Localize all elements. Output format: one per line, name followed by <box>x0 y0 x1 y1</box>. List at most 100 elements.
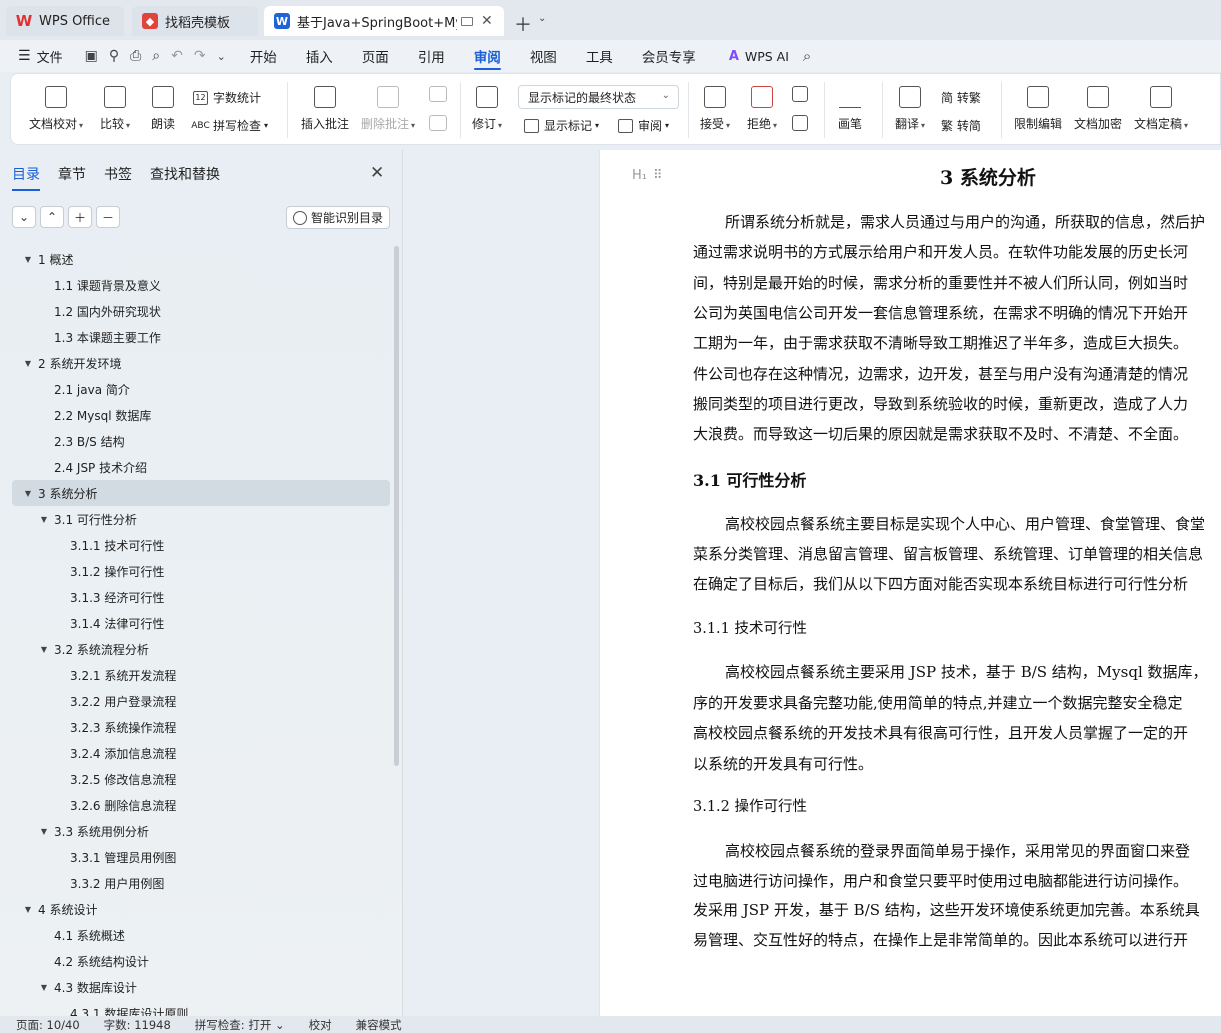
toc-item[interactable]: ▼3.3 系统用例分析 <box>12 818 390 844</box>
undo-icon[interactable]: ↶ <box>171 48 183 64</box>
wps-ai-button[interactable]: A WPS AI <box>729 49 789 64</box>
toc-item[interactable]: 2.2 Mysql 数据库 <box>12 402 390 428</box>
menu-insert[interactable]: 插入 <box>306 40 333 72</box>
toc-item[interactable]: 3.2.3 系统操作流程 <box>12 714 390 740</box>
spell-check-button[interactable]: ABC 拼写检查▾ <box>193 117 268 134</box>
toc-item[interactable]: 3.2.1 系统开发流程 <box>12 662 390 688</box>
print-preview-icon[interactable]: ⌕ <box>152 48 160 64</box>
encrypt-button[interactable]: 文档加密 <box>1074 86 1122 132</box>
page-indicator[interactable]: 页面: 10/40 <box>16 1017 80 1033</box>
review-pane-button[interactable]: 审阅▾ <box>618 117 669 134</box>
pen-button[interactable]: 画笔 <box>838 86 862 132</box>
expand-triangle-icon[interactable]: ▼ <box>38 983 50 992</box>
proofread-status[interactable]: 校对 <box>309 1017 332 1033</box>
compare-button[interactable]: 比较▾ <box>100 86 130 132</box>
toc-item[interactable]: 2.3 B/S 结构 <box>12 428 390 454</box>
menu-member[interactable]: 会员专享 <box>642 40 696 72</box>
insert-comment-button[interactable]: 插入批注 <box>301 86 349 132</box>
expand-icon[interactable]: ⌃ <box>40 206 64 228</box>
chevron-down-icon[interactable]: ⌄ <box>538 13 546 24</box>
delete-comment-button[interactable]: 删除批注▾ <box>361 86 415 132</box>
toc-item[interactable]: 2.4 JSP 技术介绍 <box>12 454 390 480</box>
menu-view[interactable]: 视图 <box>530 40 557 72</box>
toc-item[interactable]: 3.3.1 管理员用例图 <box>12 844 390 870</box>
prev-change-button[interactable] <box>792 86 808 109</box>
search-icon[interactable]: ⌕ <box>803 47 811 65</box>
close-icon[interactable]: ✕ <box>481 13 493 29</box>
toc-item[interactable]: 1.2 国内外研究现状 <box>12 298 390 324</box>
remove-icon[interactable]: － <box>96 206 120 228</box>
next-comment-button[interactable] <box>429 115 447 138</box>
expand-triangle-icon[interactable]: ▼ <box>38 515 50 524</box>
restrict-edit-button[interactable]: 限制编辑 <box>1014 86 1062 132</box>
menu-home[interactable]: 开始 <box>250 40 277 72</box>
toc-item[interactable]: ▼4 系统设计 <box>12 896 390 922</box>
file-menu[interactable]: ☰ 文件 <box>18 47 63 66</box>
tab-template[interactable]: ◆ 找稻壳模板 <box>132 6 258 36</box>
toc-item[interactable]: 3.2.5 修改信息流程 <box>12 766 390 792</box>
menu-review[interactable]: 审阅 <box>474 40 501 72</box>
toc-item[interactable]: 2.1 java 简介 <box>12 376 390 402</box>
redo-icon[interactable]: ↷ <box>194 48 206 64</box>
tab-find-replace[interactable]: 查找和替换 <box>150 164 220 184</box>
toc-item[interactable]: 3.2.4 添加信息流程 <box>12 740 390 766</box>
finalize-button[interactable]: 文档定稿▾ <box>1134 86 1188 132</box>
tab-wps-office[interactable]: W WPS Office <box>6 6 124 36</box>
show-markup-button[interactable]: 显示标记▾ <box>524 117 599 134</box>
nav-scrollbar[interactable] <box>394 246 399 766</box>
expand-triangle-icon[interactable]: ▼ <box>22 489 34 498</box>
close-icon[interactable]: ✕ <box>370 163 384 183</box>
tab-toc[interactable]: 目录 <box>12 164 40 184</box>
word-count-button[interactable]: 12 字数统计 <box>193 89 261 106</box>
track-changes-button[interactable]: 修订▾ <box>472 86 502 132</box>
word-count[interactable]: 字数: 11948 <box>104 1017 171 1033</box>
tab-document[interactable]: W 基于Java+SpringBoot+MySQ ✕ <box>264 6 504 36</box>
toc-item[interactable]: 3.1.3 经济可行性 <box>12 584 390 610</box>
expand-triangle-icon[interactable]: ▼ <box>22 255 34 264</box>
toc-item[interactable]: ▼3.2 系统流程分析 <box>12 636 390 662</box>
toc-item[interactable]: ▼4.3 数据库设计 <box>12 974 390 1000</box>
next-change-button[interactable] <box>792 115 808 138</box>
new-tab-icon[interactable]: ＋ <box>514 11 532 37</box>
share-icon[interactable]: ⚲ <box>109 48 119 64</box>
toc-item[interactable]: 4.1 系统概述 <box>12 922 390 948</box>
toc-item[interactable]: 3.1.1 技术可行性 <box>12 532 390 558</box>
prev-comment-button[interactable] <box>429 86 447 109</box>
spell-check-status[interactable]: 拼写检查: 打开 ⌄ <box>195 1017 285 1033</box>
heading-handle[interactable]: H₁ ⠿ <box>632 168 663 183</box>
read-aloud-button[interactable]: 朗读 <box>151 86 175 132</box>
to-traditional-button[interactable]: 简 转繁 <box>941 89 981 106</box>
toc-item[interactable]: 3.3.2 用户用例图 <box>12 870 390 896</box>
menu-reference[interactable]: 引用 <box>418 40 445 72</box>
toc-item[interactable]: 4.2 系统结构设计 <box>12 948 390 974</box>
toc-item[interactable]: 1.1 课题背景及意义 <box>12 272 390 298</box>
toc-item[interactable]: ▼3.1 可行性分析 <box>12 506 390 532</box>
toc-item[interactable]: 3.1.2 操作可行性 <box>12 558 390 584</box>
expand-triangle-icon[interactable]: ▼ <box>38 645 50 654</box>
toc-item[interactable]: ▼3 系统分析 <box>12 480 390 506</box>
tab-bookmarks[interactable]: 书签 <box>104 164 132 184</box>
accept-button[interactable]: 接受▾ <box>700 86 730 132</box>
print-icon[interactable]: ⎙ <box>130 48 141 64</box>
reject-button[interactable]: 拒绝▾ <box>747 86 777 132</box>
tab-sections[interactable]: 章节 <box>58 164 86 184</box>
toc-item[interactable]: 3.1.4 法律可行性 <box>12 610 390 636</box>
expand-triangle-icon[interactable]: ▼ <box>22 359 34 368</box>
menu-tools[interactable]: 工具 <box>586 40 613 72</box>
collapse-icon[interactable]: ⌄ <box>12 206 36 228</box>
toc-item[interactable]: 3.2.2 用户登录流程 <box>12 688 390 714</box>
to-simplified-button[interactable]: 繁 转简 <box>941 117 981 134</box>
more-chevron-icon[interactable]: ⌄ <box>217 50 226 63</box>
toc-item[interactable]: ▼1 概述 <box>12 246 390 272</box>
toc-item[interactable]: 1.3 本课题主要工作 <box>12 324 390 350</box>
add-icon[interactable]: ＋ <box>68 206 92 228</box>
smart-toc-button[interactable]: 智能识别目录 <box>286 206 390 229</box>
save-icon[interactable]: ▣ <box>85 48 98 64</box>
doc-check-button[interactable]: 文档校对▾ <box>29 86 83 132</box>
expand-triangle-icon[interactable]: ▼ <box>38 827 50 836</box>
translate-button[interactable]: 翻译▾ <box>895 86 925 132</box>
toc-item[interactable]: ▼2 系统开发环境 <box>12 350 390 376</box>
menu-page[interactable]: 页面 <box>362 40 389 72</box>
markup-state-select[interactable]: 显示标记的最终状态 ⌄ <box>518 85 679 109</box>
toc-item[interactable]: 3.2.6 删除信息流程 <box>12 792 390 818</box>
